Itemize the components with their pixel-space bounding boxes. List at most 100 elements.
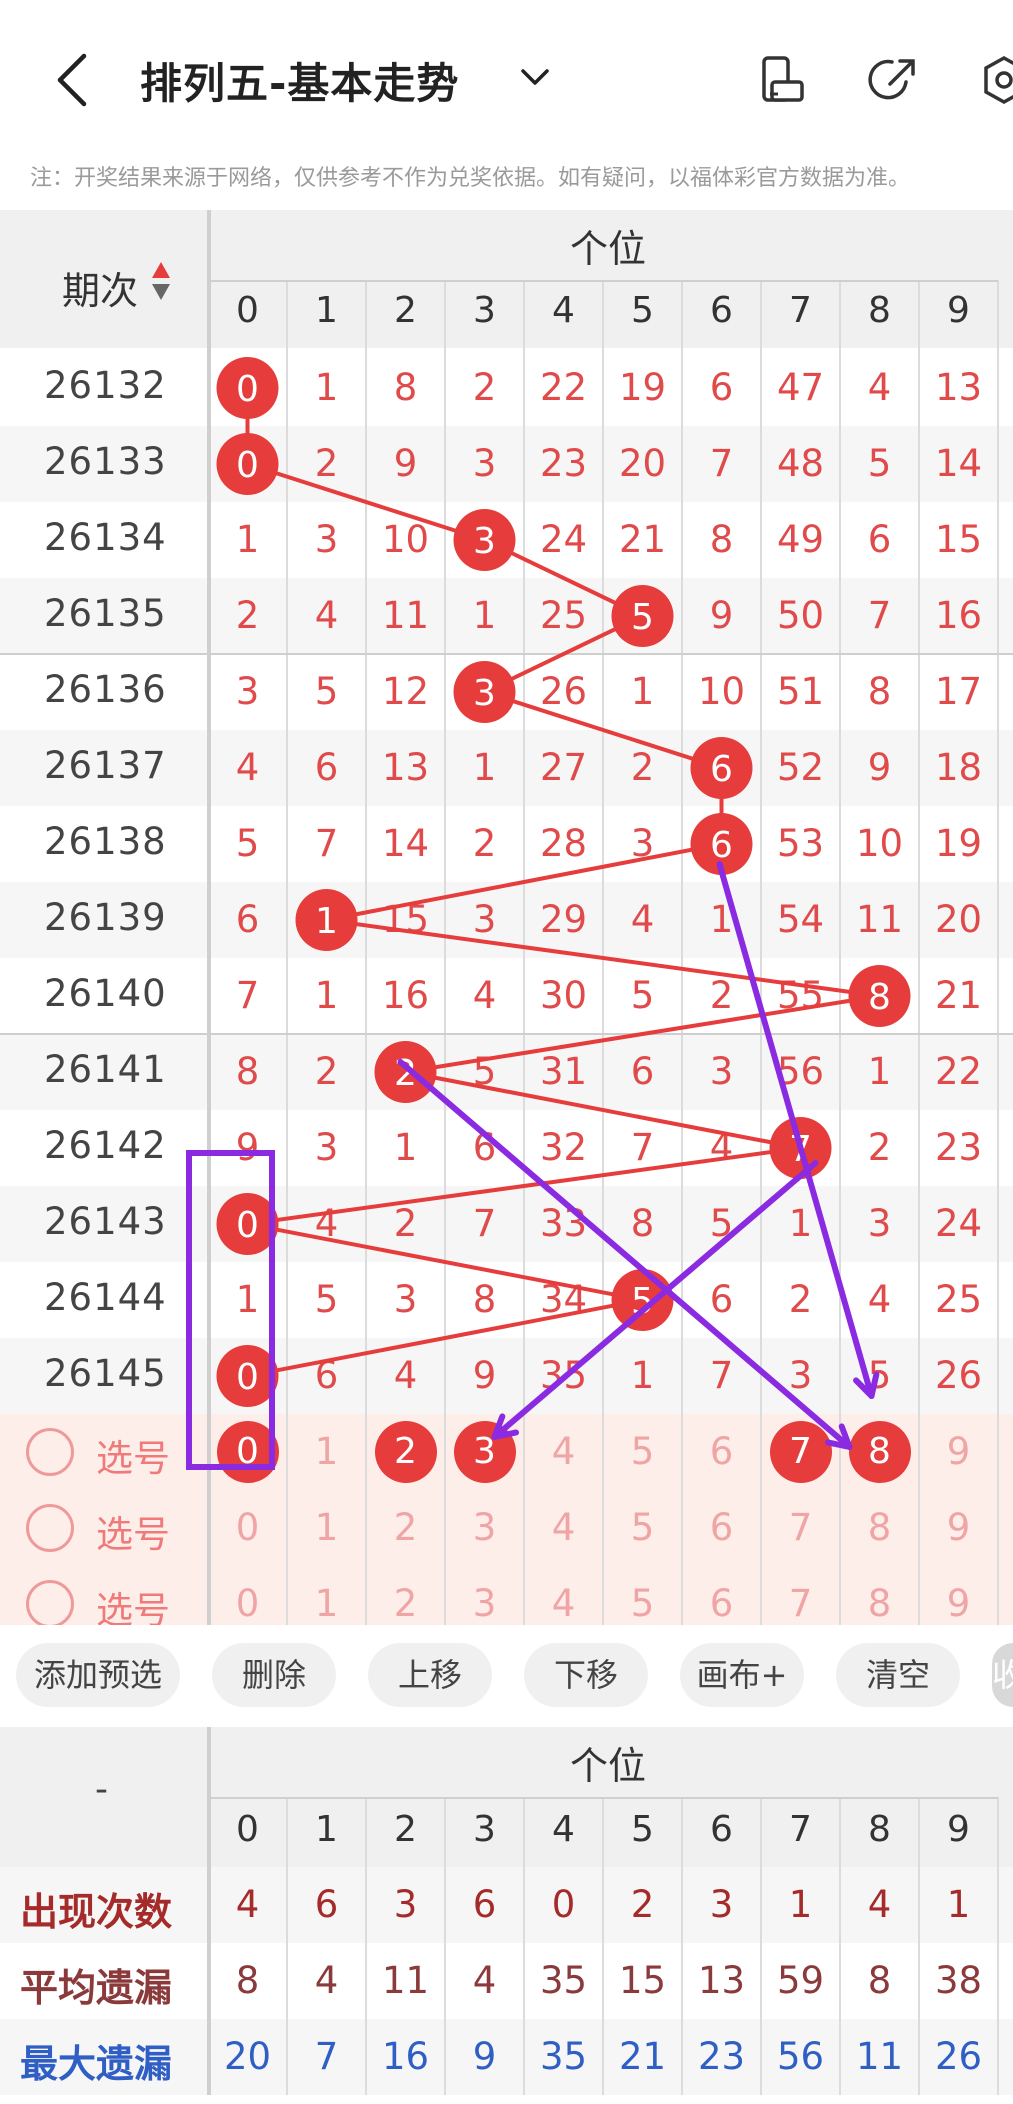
pick-radio-button[interactable]: [26, 1504, 74, 1552]
toolbar-button[interactable]: 清空: [836, 1643, 960, 1707]
miss-count-cell: 10: [697, 670, 746, 713]
stats-value-cell: 11: [381, 1959, 430, 2002]
miss-count-cell: 5: [630, 974, 655, 1017]
digit-column-header: 6: [710, 290, 733, 331]
miss-count-cell: 3: [630, 822, 655, 865]
selected-digit-ball[interactable]: 3: [453, 1421, 516, 1483]
pick-digit-cell[interactable]: 1: [287, 1490, 366, 1566]
miss-count-cell: 10: [381, 518, 430, 561]
pick-row: 选号 0 1 2 3 4 5 6 7 8 9: [0, 1490, 1013, 1566]
pick-digit-cell[interactable]: 9: [919, 1490, 998, 1566]
digit-column-header: 3: [473, 290, 496, 331]
miss-count-cell: 8: [709, 518, 734, 561]
selected-digit-ball[interactable]: 2: [374, 1421, 437, 1483]
pick-digit-cell[interactable]: 0: [208, 1490, 287, 1566]
selected-digit-ball[interactable]: 0: [216, 1421, 279, 1483]
pick-radio-button[interactable]: [26, 1428, 74, 1476]
back-arrow-icon[interactable]: [52, 52, 92, 108]
pick-digit-cell[interactable]: 4: [524, 1414, 603, 1490]
stats-grid-divider: [523, 1797, 525, 2095]
miss-count-cell: 4: [235, 746, 260, 789]
period-column-header[interactable]: 期次: [62, 260, 138, 315]
stats-digit-column-header: 8: [868, 1809, 891, 1850]
toolbar-button[interactable]: 下移: [524, 1643, 648, 1707]
pick-digit-cell[interactable]: 5: [603, 1490, 682, 1566]
miss-count-cell: 9: [393, 442, 418, 485]
miss-count-cell: 1: [867, 1050, 892, 1093]
miss-count-cell: 11: [855, 898, 904, 941]
miss-count-cell: 4: [393, 1354, 418, 1397]
pick-digit-cell[interactable]: 4: [524, 1490, 603, 1566]
miss-count-cell: 15: [381, 898, 430, 941]
stats-value-cell: 1: [946, 1883, 971, 1926]
issue-number: 26140: [44, 972, 167, 1015]
stats-row: 平均遗漏 8 4 11 4 35 15 13 59 8 38: [0, 1943, 1013, 2019]
miss-count-cell: 2: [235, 594, 260, 637]
miss-count-cell: 2: [867, 1126, 892, 1169]
stats-position-header: 个位: [569, 1744, 646, 1788]
digit-column-header: 5: [631, 290, 654, 331]
miss-count-cell: 19: [618, 366, 667, 409]
chevron-down-icon[interactable]: [518, 62, 552, 92]
pick-digit-cell[interactable]: 2: [366, 1490, 445, 1566]
table-row: 26134 1 3 10 24 21 8 49 6 15: [0, 502, 1013, 578]
digit-column-header: 8: [868, 290, 891, 331]
stats-value-cell: 21: [618, 2035, 667, 2078]
miss-count-cell: 3: [709, 1050, 734, 1093]
toolbar-button[interactable]: 上移: [368, 1643, 492, 1707]
table-row: 26141 8 2 5 31 6 3 56 1 22: [0, 1034, 1013, 1110]
stats-digit-column-header: 0: [236, 1809, 259, 1850]
stats-value-cell: 9: [472, 2035, 497, 2078]
issue-number: 26132: [44, 364, 167, 407]
toolbar-button[interactable]: 删除: [212, 1643, 336, 1707]
stats-value-cell: 15: [618, 1959, 667, 2002]
miss-count-cell: 4: [314, 1202, 339, 1245]
pick-digit-cell[interactable]: 3: [445, 1490, 524, 1566]
pick-radio-button[interactable]: [26, 1580, 74, 1628]
stats-corner: -: [95, 1769, 108, 1810]
miss-count-cell: 10: [855, 822, 904, 865]
selected-digit-ball[interactable]: 8: [848, 1421, 911, 1483]
miss-count-cell: 8: [393, 366, 418, 409]
share-icon[interactable]: [868, 54, 920, 106]
digit-column-header: 2: [394, 290, 417, 331]
miss-count-cell: 3: [314, 518, 339, 561]
toolbar-button[interactable]: 添加预选: [16, 1643, 180, 1707]
page-title[interactable]: 排列五-基本走势: [140, 50, 459, 111]
settings-icon[interactable]: [978, 54, 1013, 106]
toolbar-button[interactable]: 收: [992, 1643, 1013, 1707]
sort-icon[interactable]: [150, 258, 172, 304]
selected-digit-ball[interactable]: 7: [769, 1421, 832, 1483]
miss-count-cell: 26: [539, 670, 588, 713]
stats-value-cell: 16: [381, 2035, 430, 2078]
miss-count-cell: 22: [539, 366, 588, 409]
pick-digit-cell[interactable]: 7: [761, 1490, 840, 1566]
miss-count-cell: 4: [709, 1126, 734, 1169]
pick-digit-cell[interactable]: 6: [682, 1414, 761, 1490]
miss-count-cell: 24: [934, 1202, 983, 1245]
miss-count-cell: 8: [867, 670, 892, 713]
miss-count-cell: 4: [314, 594, 339, 637]
pick-digit-cell[interactable]: 6: [682, 1490, 761, 1566]
miss-count-cell: 54: [776, 898, 825, 941]
issue-number: 26137: [44, 744, 167, 787]
miss-count-cell: 15: [934, 518, 983, 561]
grid-divider: [760, 280, 762, 1642]
table-row: 26145 6 4 9 35 1 7 3 5 26: [0, 1338, 1013, 1414]
digit-column-header: 1: [315, 290, 338, 331]
pick-digit-cell[interactable]: 9: [919, 1414, 998, 1490]
stats-digit-column-header: 4: [552, 1809, 575, 1850]
stats-digit-column-header: 1: [315, 1809, 338, 1850]
screen-rotate-icon[interactable]: [758, 54, 810, 106]
issue-number: 26136: [44, 668, 167, 711]
pick-digit-cell[interactable]: 5: [603, 1414, 682, 1490]
issue-number: 26143: [44, 1200, 167, 1243]
miss-count-cell: 6: [235, 898, 260, 941]
pick-label: 选号: [96, 1437, 170, 1480]
miss-count-cell: 17: [934, 670, 983, 713]
toolbar-button[interactable]: 画布+: [680, 1643, 804, 1707]
stats-value-cell: 1: [788, 1883, 813, 1926]
pick-digit-cell[interactable]: 1: [287, 1414, 366, 1490]
pick-digit-cell[interactable]: 8: [840, 1490, 919, 1566]
miss-count-cell: 30: [539, 974, 588, 1017]
